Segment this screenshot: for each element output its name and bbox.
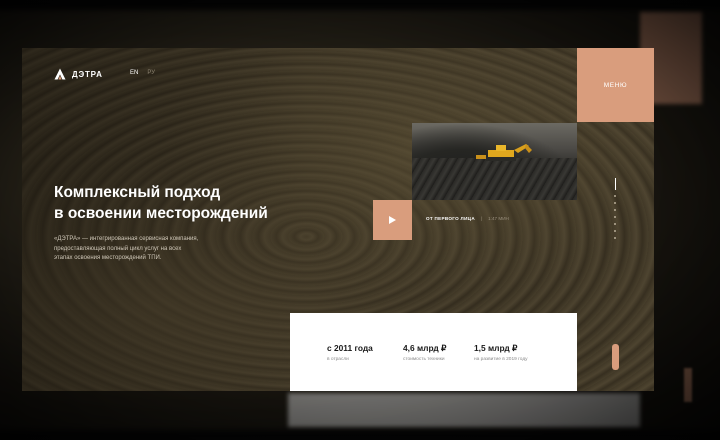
menu-button[interactable]: МЕНЮ [577,48,654,122]
excavator-image [476,144,532,161]
lang-ru[interactable]: РУ [147,70,155,76]
stat-value: 1,5 млрд ₽ [474,343,518,353]
hero-lead-line3: этапах освоения месторождений ТПИ. [54,255,162,261]
play-button[interactable] [373,200,412,240]
stat-label: на развитие в 2019 году [474,357,528,362]
logo-mark-icon [54,68,66,80]
stat-label: стоимость техники [403,357,445,362]
stat-label: в отрасли [327,357,349,362]
hero-title-line1: Комплексный подход [54,184,221,201]
stats-panel: с 2011 года в отрасли 4,6 млрд ₽ стоимос… [290,313,577,391]
slide-dot[interactable] [614,230,616,232]
stat-item: с 2011 года в отрасли [327,343,373,362]
stat-item: 4,6 млрд ₽ стоимость техники [403,343,446,362]
slide-dot[interactable] [614,195,616,197]
language-switcher: EN РУ [130,70,155,76]
slide-dot[interactable] [614,209,616,211]
stat-value: с 2011 года [327,343,373,353]
slide-progress-active[interactable] [614,178,616,190]
hero-title: Комплексный подход в освоении месторожде… [54,182,354,224]
hero-title-line2: в освоении месторождений [54,205,268,222]
screen: ДЭТРА EN РУ МЕНЮ ОТ ПЕРВОГО ЛИЦА | 1:47 … [0,0,720,440]
video-duration: 1:47 МИН [488,216,509,221]
video-thumbnail-ground [412,158,577,200]
stat-item: 1,5 млрд ₽ на развитие в 2019 году [474,343,528,362]
video-caption-separator: | [480,216,483,221]
stat-value: 4,6 млрд ₽ [403,343,447,353]
video-caption[interactable]: ОТ ПЕРВОГО ЛИЦА | 1:47 МИН [426,216,509,221]
landing-page: ДЭТРА EN РУ МЕНЮ ОТ ПЕРВОГО ЛИЦА | 1:47 … [22,48,654,391]
lang-en[interactable]: EN [130,70,138,76]
scroll-indicator[interactable] [612,344,619,370]
logo-text: ДЭТРА [72,69,103,79]
logo[interactable]: ДЭТРА [54,68,103,80]
slide-dot[interactable] [614,202,616,204]
play-icon [389,216,396,224]
video-title: ОТ ПЕРВОГО ЛИЦА [426,216,475,221]
hero-lead-line1: «ДЭТРА» — интегрированная сервисная комп… [54,236,199,242]
slide-dot[interactable] [614,237,616,239]
slide-progress [614,178,616,239]
video-thumbnail[interactable] [412,123,577,200]
hero-lead-line2: предоставляющая полный цикл услуг на все… [54,245,182,252]
slide-dot[interactable] [614,216,616,218]
hero-lead: «ДЭТРА» — интегрированная сервисная комп… [54,235,244,264]
slide-dot[interactable] [614,223,616,225]
